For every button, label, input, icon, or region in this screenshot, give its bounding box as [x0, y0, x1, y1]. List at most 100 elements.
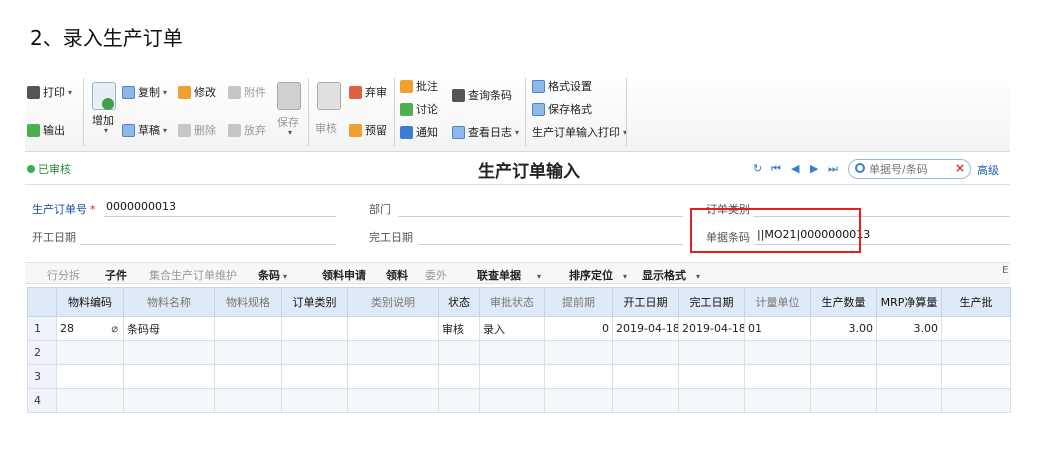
column-header[interactable]: 物料名称 — [123, 287, 215, 317]
grid-cell[interactable] — [214, 388, 282, 413]
grid-cell[interactable] — [876, 340, 942, 365]
print-button[interactable]: 打印 ▾ — [27, 84, 72, 100]
grid-cell[interactable] — [941, 388, 1011, 413]
grid-cell[interactable] — [612, 340, 679, 365]
grid-cell[interactable] — [123, 340, 215, 365]
split-row-button[interactable]: 行分拆 — [47, 267, 80, 283]
column-header[interactable]: 订单类别 — [281, 287, 348, 317]
linked-query-menu[interactable]: 联查单据 ▾ — [477, 267, 541, 283]
column-header[interactable]: 计量单位 — [744, 287, 811, 317]
column-header[interactable]: 提前期 — [544, 287, 613, 317]
material-request-button[interactable]: 领料申请 — [322, 267, 366, 283]
annotate-button[interactable]: 批注 — [400, 78, 438, 94]
refresh-icon[interactable]: ↻ — [753, 162, 762, 175]
table-row[interactable]: 4 — [27, 388, 1011, 413]
column-header[interactable]: 完工日期 — [678, 287, 745, 317]
print-input-button[interactable]: 生产订单输入打印 ▾ — [532, 124, 627, 140]
next-record-icon[interactable]: ▶ — [810, 162, 818, 175]
first-record-icon[interactable]: ⏮ — [771, 162, 781, 176]
grid-cell[interactable] — [438, 340, 480, 365]
material-spec-cell[interactable] — [214, 316, 282, 341]
finish-date-cell[interactable]: 2019-04-18 — [678, 316, 745, 341]
finish-date-field[interactable] — [418, 244, 683, 245]
grid-cell[interactable] — [941, 364, 1011, 389]
column-header[interactable]: 审批状态 — [479, 287, 545, 317]
copy-button[interactable]: 复制 ▾ — [122, 84, 167, 100]
start-date-field[interactable] — [80, 244, 336, 245]
grid-cell[interactable] — [479, 340, 545, 365]
grid-cell[interactable] — [56, 388, 124, 413]
status-cell[interactable]: 审核 — [438, 316, 480, 341]
notify-button[interactable]: 通知 — [400, 124, 438, 140]
batch-cell[interactable] — [941, 316, 1011, 341]
display-format-menu[interactable]: 显示格式 ▾ — [642, 267, 700, 283]
advanced-search-link[interactable]: 高级 — [977, 162, 999, 178]
grid-cell[interactable] — [678, 340, 745, 365]
lead-time-cell[interactable]: 0 — [544, 316, 613, 341]
unit-cell[interactable]: 01 — [744, 316, 811, 341]
export-button[interactable]: 输出 — [27, 122, 65, 138]
abandon-audit-button[interactable]: 弃审 — [349, 84, 387, 100]
grid-cell[interactable] — [612, 388, 679, 413]
outsource-button[interactable]: 委外 — [425, 267, 447, 283]
grid-cell[interactable] — [281, 340, 348, 365]
grid-cell[interactable] — [810, 364, 877, 389]
grid-cell[interactable] — [281, 364, 348, 389]
material-name-cell[interactable]: 条码母 — [123, 316, 215, 341]
grid-cell[interactable] — [544, 388, 613, 413]
reserve-button[interactable]: 预留 — [349, 122, 387, 138]
grid-cell[interactable] — [941, 340, 1011, 365]
grid-cell[interactable] — [810, 388, 877, 413]
modify-button[interactable]: 修改 — [178, 84, 216, 100]
material-code-cell[interactable]: 28 ⌀ — [56, 316, 124, 341]
paperclip-icon[interactable]: ⌀ — [111, 322, 118, 335]
start-date-cell[interactable]: 2019-04-18 — [612, 316, 679, 341]
clear-search-icon[interactable]: × — [955, 161, 965, 175]
collective-order-button[interactable]: 集合生产订单维护 — [149, 267, 237, 283]
column-header[interactable]: MRP净算量 — [876, 287, 942, 317]
grid-cell[interactable] — [123, 364, 215, 389]
grid-cell[interactable] — [544, 340, 613, 365]
grid-cell[interactable] — [438, 388, 480, 413]
format-settings-button[interactable]: 格式设置 — [532, 78, 592, 94]
child-item-button[interactable]: 子件 — [105, 267, 127, 283]
order-no-field[interactable]: 0000000013 — [106, 200, 176, 213]
attachment-button[interactable]: 附件 — [228, 84, 266, 100]
table-row[interactable]: 2 — [27, 340, 1011, 365]
material-pick-button[interactable]: 领料 — [386, 267, 408, 283]
grid-cell[interactable] — [479, 364, 545, 389]
table-row[interactable]: 3 — [27, 364, 1011, 389]
sort-locate-menu[interactable]: 排序定位 ▾ — [569, 267, 627, 283]
last-record-icon[interactable]: ⏭ — [828, 162, 838, 176]
column-header[interactable]: 状态 — [438, 287, 480, 317]
grid-cell[interactable] — [810, 340, 877, 365]
grid-cell[interactable] — [123, 388, 215, 413]
grid-cell[interactable] — [876, 388, 942, 413]
save-format-button[interactable]: 保存格式 — [532, 101, 592, 117]
column-header[interactable]: 物料规格 — [214, 287, 282, 317]
grid-cell[interactable] — [544, 364, 613, 389]
grid-cell[interactable] — [438, 364, 480, 389]
grid-cell[interactable] — [214, 364, 282, 389]
grid-cell[interactable] — [281, 388, 348, 413]
column-header[interactable]: 物料编码 — [56, 287, 124, 317]
grid-cell[interactable] — [479, 388, 545, 413]
previous-record-icon[interactable]: ◀ — [791, 162, 799, 175]
query-barcode-button[interactable]: 查询条码 — [452, 87, 512, 103]
grid-cell[interactable] — [744, 364, 811, 389]
grid-cell[interactable] — [347, 340, 439, 365]
column-header[interactable]: 类别说明 — [347, 287, 439, 317]
order-type-cell[interactable] — [281, 316, 348, 341]
search-box[interactable]: × — [848, 159, 971, 179]
discard-button[interactable]: 放弃 — [228, 122, 266, 138]
mrp-quantity-cell[interactable]: 3.00 — [876, 316, 942, 341]
department-field[interactable] — [398, 216, 683, 217]
approval-cell[interactable]: 录入 — [479, 316, 545, 341]
grid-cell[interactable] — [744, 340, 811, 365]
view-log-button[interactable]: 查看日志 ▾ — [452, 124, 519, 140]
grid-cell[interactable] — [214, 340, 282, 365]
grid-cell[interactable] — [876, 364, 942, 389]
grid-cell[interactable] — [612, 364, 679, 389]
grid-cell[interactable] — [56, 340, 124, 365]
quantity-cell[interactable]: 3.00 — [810, 316, 877, 341]
